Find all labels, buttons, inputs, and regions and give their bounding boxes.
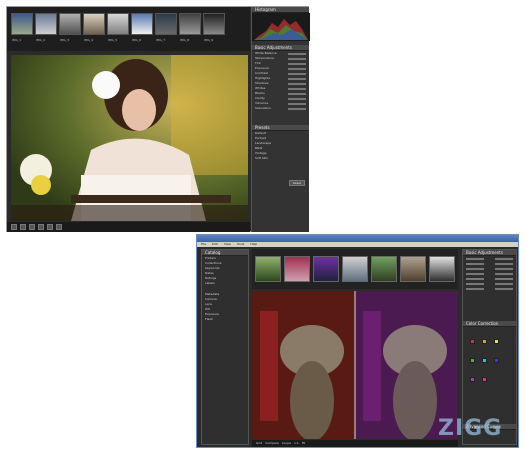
thumbnail[interactable] <box>371 256 397 282</box>
thumbnail-4[interactable]: IMG_4 <box>83 13 105 42</box>
rotate-right-icon[interactable] <box>20 224 26 230</box>
menu-bar: File Edit View Tools Help <box>197 242 518 247</box>
main-photo-view[interactable] <box>11 55 248 221</box>
menu-view[interactable]: View <box>224 242 231 247</box>
loupe-view-button[interactable]: Loupe <box>282 441 291 446</box>
swatch-blue[interactable] <box>494 358 500 363</box>
compare-view-button[interactable]: Compare <box>265 441 279 446</box>
bottom-toolbar <box>7 222 250 232</box>
thumbnail-2[interactable]: IMG_2 <box>35 13 57 42</box>
zoom-fit-button[interactable]: Fit <box>302 441 306 446</box>
filmstrip: IMG_1 IMG_2 IMG_3 IMG_4 IMG_5 IMG_6 IMG_… <box>7 7 250 51</box>
compare-icon[interactable] <box>38 224 44 230</box>
thumbnail-5[interactable]: IMG_5 <box>107 13 129 42</box>
thumbnail[interactable] <box>400 256 426 282</box>
menu-help[interactable]: Help <box>250 242 257 247</box>
swatch-orange[interactable] <box>482 339 488 344</box>
dragon-statue-photo <box>252 291 458 439</box>
thumbnail-3[interactable]: IMG_3 <box>59 13 81 42</box>
swatch-purple[interactable] <box>470 377 475 382</box>
thumbnail-9[interactable]: IMG_9 <box>203 13 225 42</box>
swatch-red[interactable] <box>470 339 475 344</box>
preset-item[interactable]: Soft Skin <box>252 156 309 161</box>
histogram-graph <box>252 13 310 41</box>
view-mode-bar: Grid Compare Loupe 1:1 Fit <box>252 440 458 447</box>
filmstrip-2 <box>252 249 458 289</box>
menu-tools[interactable]: Tools <box>237 242 244 247</box>
thumbnail-1[interactable]: IMG_1 <box>11 13 33 42</box>
swatch-green[interactable] <box>470 358 475 363</box>
thumbnail[interactable] <box>342 256 368 282</box>
thumbnail[interactable] <box>255 256 281 282</box>
compare-photo-view[interactable] <box>252 291 458 439</box>
grid-view-button[interactable]: Grid <box>256 441 262 446</box>
thumbnail-8[interactable]: IMG_8 <box>179 13 201 42</box>
thumbnail[interactable] <box>429 256 455 282</box>
thumbnail-7[interactable]: IMG_7 <box>155 13 177 42</box>
reset-button[interactable]: Reset <box>289 180 305 186</box>
watermark-logo: ZIGG <box>438 416 503 441</box>
swatch-yellow[interactable] <box>494 339 500 344</box>
zoom-icon[interactable] <box>29 224 35 230</box>
zoom-1to1-button[interactable]: 1:1 <box>294 441 299 446</box>
thumbnail[interactable] <box>313 256 339 282</box>
thumbnail[interactable] <box>284 256 310 282</box>
right-adjustment-panel: Histogram Basic Adjustments White Balanc… <box>251 7 310 232</box>
window-titlebar <box>197 235 518 242</box>
left-catalog-panel: Catalog Folders Collections Keywords Dat… <box>201 249 249 445</box>
menu-edit[interactable]: Edit <box>212 242 218 247</box>
catalog-item[interactable]: Flash <box>202 317 248 322</box>
thumbnail-6[interactable]: IMG_6 <box>131 13 153 42</box>
screenshot-top-left: IMG_1 IMG_2 IMG_3 IMG_4 IMG_5 IMG_6 IMG_… <box>6 6 310 232</box>
color-swatches <box>463 327 516 390</box>
swatch-cyan[interactable] <box>482 358 488 363</box>
swatch-magenta[interactable] <box>482 377 488 382</box>
bride-photo <box>11 55 248 221</box>
crop-icon[interactable] <box>47 224 53 230</box>
star-icon[interactable] <box>56 224 62 230</box>
rotate-left-icon[interactable] <box>11 224 17 230</box>
menu-file[interactable]: File <box>201 242 206 247</box>
